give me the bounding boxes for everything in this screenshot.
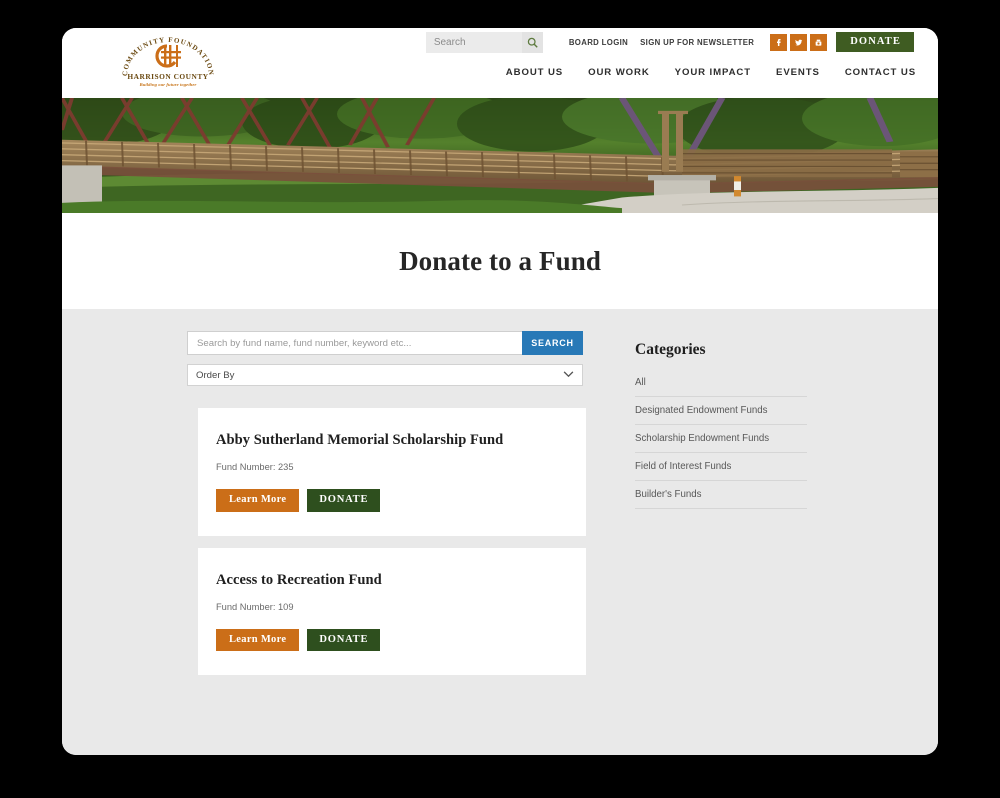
fund-search-row: SEARCH [187, 331, 583, 355]
header-search-input[interactable] [425, 31, 522, 53]
board-login-link[interactable]: BOARD LOGIN [569, 38, 628, 47]
sidebar-item-builders-funds[interactable]: Builder's Funds [635, 481, 807, 509]
header-utility-row: BOARD LOGIN SIGN UP FOR NEWSLETTER [425, 31, 914, 53]
page-title: Donate to a Fund [399, 245, 601, 276]
header-search-button[interactable] [521, 31, 543, 53]
cfhc-monogram-icon [155, 44, 181, 68]
nav-item-our-work[interactable]: OUR WORK [588, 67, 650, 78]
nav-item-your-impact[interactable]: YOUR IMPACT [675, 67, 751, 78]
main-navigation: ABOUT US OUR WORK YOUR IMPACT EVENTS CON… [506, 67, 916, 78]
fund-number: Fund Number: 109 [216, 601, 294, 612]
site-header: COMMUNITY FOUNDATION HARRISON COUNTY Bui… [62, 28, 938, 98]
sidebar-item-designated-endowment-funds[interactable]: Designated Endowment Funds [635, 397, 807, 425]
fund-search-button[interactable]: SEARCH [522, 331, 583, 355]
categories-sidebar: Categories All Designated Endowment Fund… [635, 331, 807, 755]
fund-title: Abby Sutherland Memorial Scholarship Fun… [216, 432, 504, 448]
fund-donate-button[interactable]: DONATE [307, 489, 381, 512]
hero-bridge-photo [62, 98, 938, 213]
fund-card[interactable]: Access to Recreation Fund Fund Number: 1… [198, 547, 586, 675]
funds-column: SEARCH Order By Abby Sutherland Memorial… [187, 331, 586, 755]
fund-actions: Learn More DONATE [216, 628, 568, 651]
newsletter-signup-link[interactable]: SIGN UP FOR NEWSLETTER [640, 38, 754, 47]
sidebar-item-field-of-interest-funds[interactable]: Field of Interest Funds [635, 453, 807, 481]
order-by-wrapper: Order By [187, 355, 583, 386]
nav-item-events[interactable]: EVENTS [776, 67, 820, 78]
browser-page: COMMUNITY FOUNDATION HARRISON COUNTY Bui… [62, 28, 938, 755]
logo-org-name: HARRISON COUNTY [127, 72, 209, 81]
header-search [425, 31, 543, 53]
logo-tagline: Building our future together [139, 82, 197, 87]
fund-card-list: Abby Sutherland Memorial Scholarship Fun… [187, 408, 586, 675]
fund-donate-button[interactable]: DONATE [307, 628, 381, 651]
learn-more-button[interactable]: Learn More [216, 489, 300, 512]
search-icon [527, 37, 538, 48]
site-logo[interactable]: COMMUNITY FOUNDATION HARRISON COUNTY Bui… [118, 36, 218, 92]
youtube-icon [815, 39, 822, 46]
learn-more-button[interactable]: Learn More [216, 628, 300, 651]
nav-item-about-us[interactable]: ABOUT US [506, 67, 563, 78]
header-donate-button[interactable]: DONATE [836, 31, 914, 53]
page-title-band: Donate to a Fund [62, 213, 938, 309]
twitter-link[interactable] [790, 33, 808, 51]
fund-number: Fund Number: 235 [216, 462, 294, 472]
youtube-link[interactable] [810, 33, 828, 51]
fund-title: Access to Recreation Fund [216, 571, 382, 588]
content-area: SEARCH Order By Abby Sutherland Memorial… [62, 309, 938, 755]
categories-title: Categories [635, 341, 706, 358]
sidebar-item-scholarship-endowment-funds[interactable]: Scholarship Endowment Funds [635, 425, 807, 453]
sidebar-item-all[interactable]: All [635, 373, 807, 397]
order-by-select[interactable]: Order By [187, 364, 583, 386]
hero-image [62, 98, 938, 213]
twitter-icon [795, 39, 803, 45]
facebook-icon [777, 38, 781, 46]
facebook-link[interactable] [770, 33, 788, 51]
fund-actions: Learn More DONATE [216, 489, 568, 512]
fund-card[interactable]: Abby Sutherland Memorial Scholarship Fun… [198, 408, 586, 536]
fund-search-input[interactable] [187, 331, 522, 355]
social-links [770, 33, 828, 51]
nav-item-contact-us[interactable]: CONTACT US [845, 67, 916, 78]
